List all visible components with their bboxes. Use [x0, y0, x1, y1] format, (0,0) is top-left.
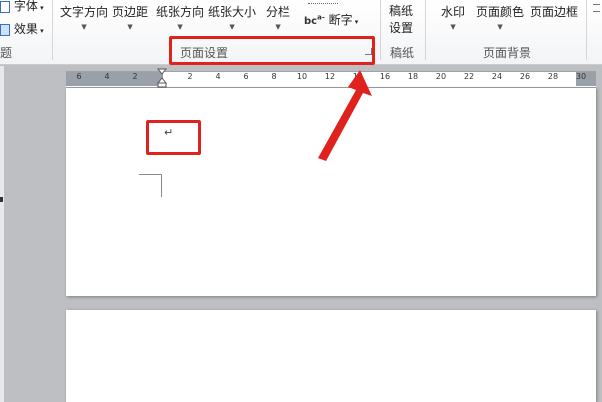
ruler-tick: 30: [575, 72, 587, 81]
paragraph-mark-highlight: [146, 120, 201, 155]
margins-button[interactable]: 页边距 ▼: [112, 3, 148, 31]
ruler-tick: 28: [547, 72, 559, 81]
dropdown-arrow-icon: ▾: [37, 27, 44, 35]
ruler-tick: 4: [104, 72, 110, 81]
hyphenation-icon: bca-: [304, 13, 325, 27]
font-button[interactable]: 字体 ▾: [0, 0, 44, 14]
line-numbers-icon[interactable]: [308, 0, 338, 4]
dropdown-arrow-icon: ▼: [229, 23, 235, 31]
ruler-tick: 20: [435, 72, 447, 81]
orientation-button[interactable]: 纸张方向 ▼: [156, 3, 204, 31]
page-color-button[interactable]: 页面颜色 ▼: [476, 3, 524, 31]
margin-corner-mark: [139, 174, 162, 197]
annotation-arrow: [318, 70, 372, 161]
separator: [380, 0, 381, 60]
ruler-tick: 22: [463, 72, 475, 81]
separator: [52, 0, 53, 60]
dropdown-arrow-icon: ▼: [177, 23, 183, 31]
manuscript-group-label: 稿纸: [390, 46, 415, 60]
watermark-button[interactable]: 水印 ▼: [441, 3, 465, 31]
effects-button[interactable]: 效果 ▾: [0, 20, 44, 37]
ruler-tick: 16: [379, 72, 391, 81]
manuscript-settings-button[interactable]: 稿纸 设置: [389, 3, 413, 37]
ruler-tick: 18: [407, 72, 419, 81]
text-direction-button[interactable]: 文字方向 ▼: [60, 3, 108, 31]
dropdown-arrow-icon: ▾: [352, 18, 359, 26]
vertical-ruler: [0, 66, 4, 402]
effects-icon: [0, 23, 10, 36]
ruler-tick: 6: [243, 72, 249, 81]
document-page-2[interactable]: [66, 310, 596, 402]
separator: [425, 0, 426, 60]
dropdown-arrow-icon: ▼: [450, 23, 456, 31]
hyphenation-button[interactable]: bca- 断字 ▾: [304, 11, 358, 28]
ruler-tick: 8: [271, 72, 277, 81]
scroll-icon[interactable]: [593, 4, 600, 12]
size-button[interactable]: 纸张大小 ▼: [208, 3, 256, 31]
ruler-tick: 26: [519, 72, 531, 81]
ruler-tick: 4: [215, 72, 221, 81]
dropdown-arrow-icon: ▼: [127, 23, 133, 31]
dropdown-arrow-icon: ▼: [81, 23, 87, 31]
dropdown-arrow-icon: ▾: [37, 4, 44, 12]
ruler-tick: 24: [491, 72, 503, 81]
dropdown-arrow-icon: ▼: [497, 23, 503, 31]
background-group-label: 页面背景: [483, 46, 532, 60]
page-borders-button[interactable]: 页面边框: [530, 3, 578, 20]
ruler-tick: 6: [76, 72, 82, 81]
dropdown-arrow-icon: ▼: [275, 23, 281, 31]
font-icon: [0, 0, 10, 13]
font-group-label: 题: [0, 46, 13, 60]
vertical-ruler-marker: [0, 197, 3, 202]
indent-marker-icon[interactable]: [157, 68, 167, 88]
separator: [586, 0, 587, 60]
columns-button[interactable]: 分栏 ▼: [266, 3, 290, 31]
ruler-tick: 2: [132, 72, 138, 81]
ruler-tick: 2: [187, 72, 193, 81]
page-setup-highlight: [169, 36, 375, 65]
ruler-tick: 10: [296, 72, 308, 81]
